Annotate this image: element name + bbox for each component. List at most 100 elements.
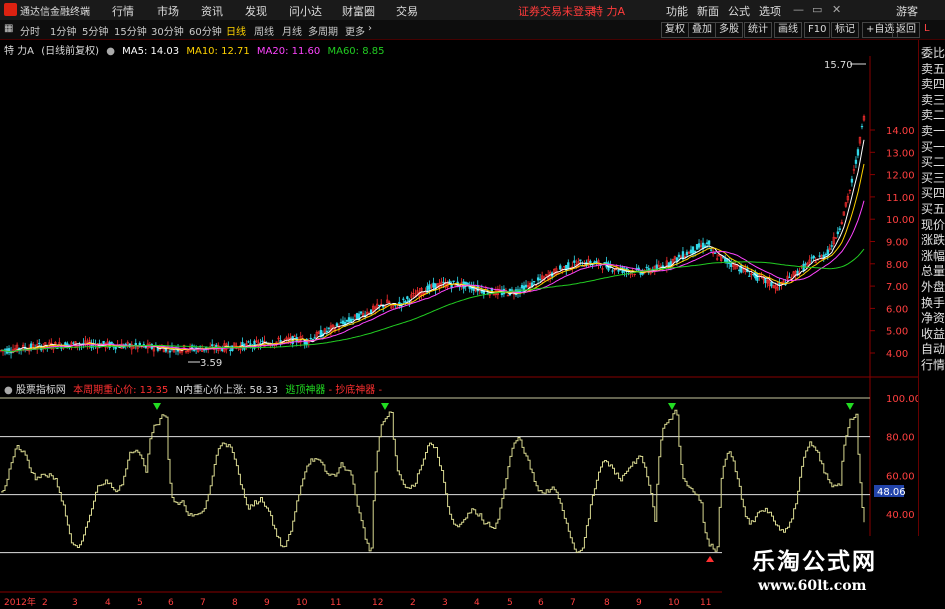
sell-signal-arrow-icon [846, 403, 854, 410]
side-item[interactable]: 净资 [921, 311, 945, 325]
menu-news[interactable]: 资讯 [201, 3, 223, 19]
period-intraday[interactable]: 分时 [20, 23, 40, 38]
ma-lines-layer [0, 63, 866, 363]
side-item[interactable]: 换手 [921, 296, 945, 310]
price-tick: 5.00 [886, 327, 908, 338]
menu-bar: 通达信金融终端 行情 市场 资讯 发现 问小达 财富圈 交易 证券交易未登录 特… [0, 0, 945, 21]
price-tick: 12.00 [886, 171, 915, 182]
side-item[interactable]: 卖二 [921, 108, 945, 122]
side-item[interactable]: 卖四 [921, 77, 945, 91]
side-item[interactable]: 买三 [921, 171, 945, 185]
watermark-url: www.60lt.com [758, 578, 867, 594]
menu-quotes[interactable]: 行情 [112, 3, 134, 19]
period-monthly[interactable]: 月线 [282, 23, 302, 38]
candles-layer [0, 114, 866, 359]
x-axis-label: 3 [72, 598, 78, 608]
price-tick: 4.00 [886, 349, 908, 360]
menu-market[interactable]: 市场 [157, 3, 179, 19]
period-5min[interactable]: 5分钟 [82, 23, 108, 38]
ma10-line [0, 163, 865, 353]
menu-options[interactable]: 选项 [759, 3, 781, 19]
adjust-button[interactable]: 复权 [661, 22, 689, 38]
more-chevron-icon[interactable]: › [368, 23, 372, 34]
menu-newface[interactable]: 新面 [697, 3, 719, 19]
stats-button[interactable]: 统计 [744, 22, 772, 38]
indicator-tick: 40.00 [886, 510, 915, 521]
side-item[interactable]: 外盘 [921, 280, 945, 294]
price-tick: 8.00 [886, 260, 908, 271]
price-tick: 9.00 [886, 238, 908, 249]
toolbar-icon[interactable]: ▦ [4, 23, 13, 34]
chart-grid: 14.00 13.00 12.00 11.00 10.00 9.00 8.00 7.00 6.0… [0, 56, 918, 608]
x-axis-label: 5 [507, 598, 513, 608]
side-item[interactable]: 现价 [921, 218, 945, 232]
x-axis-label: 11 [700, 598, 711, 608]
x-axis-label: 4 [105, 598, 111, 608]
indicator-name[interactable]: 股票指标网 [16, 385, 66, 396]
f10-button[interactable]: F10 [804, 22, 831, 38]
app-logo-icon [4, 3, 17, 16]
kline-chart[interactable]: 14.00 13.00 12.00 11.00 10.00 9.00 8.00 7.00 6.0… [0, 40, 918, 609]
x-axis-label: 9 [636, 598, 642, 608]
indicator-settings-icon[interactable]: ● [4, 385, 13, 396]
indicator-line [1, 409, 865, 553]
menu-trade[interactable]: 交易 [396, 3, 418, 19]
x-axis-label: 8 [232, 598, 238, 608]
minimize-icon[interactable]: — [793, 3, 804, 16]
menu-function[interactable]: 功能 [666, 3, 688, 19]
mark-button[interactable]: 标记 [831, 22, 859, 38]
indicator-field-4: 抄底神器 [335, 385, 376, 396]
indicator-tick: 100.00 [886, 394, 918, 405]
price-tick: 10.00 [886, 215, 915, 226]
current-stock: 特 力A [592, 5, 626, 18]
guest-label[interactable]: 游客 [896, 3, 918, 19]
period-1min[interactable]: 1分钟 [50, 23, 76, 38]
period-multi[interactable]: 多周期 [308, 23, 338, 38]
side-item[interactable]: 涨幅 [921, 249, 945, 263]
x-axis-label: 11 [330, 598, 341, 608]
price-tick: 13.00 [886, 148, 915, 159]
side-item[interactable]: 总量 [921, 264, 945, 278]
side-item[interactable]: 涨跌 [921, 233, 945, 247]
axis-labels: 15.70 3.59 48.06 [200, 60, 906, 498]
menu-ask[interactable]: 问小达 [289, 3, 322, 19]
side-item[interactable]: 卖一 [921, 124, 945, 138]
menu-formula[interactable]: 公式 [728, 3, 750, 19]
side-item[interactable]: 委比 [921, 46, 945, 60]
login-status[interactable]: 证券交易未登录 [518, 3, 595, 19]
draw-line-button[interactable]: 画线 [774, 22, 802, 38]
indicator-field-1: 本周期重心价: 13.35 [73, 385, 169, 396]
restore-icon[interactable]: ▭ [812, 3, 822, 16]
side-item[interactable]: 卖三 [921, 93, 945, 107]
period-30min[interactable]: 30分钟 [151, 23, 184, 38]
side-item[interactable]: 买一 [921, 140, 945, 154]
side-item[interactable]: 买五 [921, 202, 945, 216]
side-item[interactable]: 行情 [921, 358, 945, 372]
period-60min[interactable]: 60分钟 [189, 23, 222, 38]
x-axis-label: 2012年 [4, 596, 36, 608]
side-item[interactable]: 收益 [921, 327, 945, 341]
multi-stock-button[interactable]: 多股 [715, 22, 743, 38]
side-item[interactable]: 卖五 [921, 62, 945, 76]
side-item[interactable]: 买四 [921, 186, 945, 200]
price-tick: 6.00 [886, 304, 908, 315]
period-weekly[interactable]: 周线 [254, 23, 274, 38]
menu-discover[interactable]: 发现 [245, 3, 267, 19]
close-icon[interactable]: ✕ [832, 3, 841, 16]
back-button[interactable]: 返回 [892, 22, 920, 38]
menu-wealth[interactable]: 财富圈 [342, 3, 375, 19]
side-item[interactable]: 自动 [921, 342, 945, 356]
low-price-label: 3.59 [200, 358, 222, 369]
corner-letter: L [924, 23, 930, 34]
high-price-label: 15.70 [824, 60, 853, 71]
period-15min[interactable]: 15分钟 [114, 23, 147, 38]
sell-signal-arrow-icon [668, 403, 676, 410]
side-item[interactable]: 买二 [921, 155, 945, 169]
period-more[interactable]: 更多 [345, 23, 365, 38]
period-daily[interactable]: 日线 [226, 23, 246, 38]
x-axis-label: 9 [264, 598, 270, 608]
x-axis-label: 3 [442, 598, 448, 608]
sell-signal-arrow-icon [381, 403, 389, 410]
overlay-button[interactable]: 叠加 [688, 22, 716, 38]
x-axis-label: 8 [604, 598, 610, 608]
